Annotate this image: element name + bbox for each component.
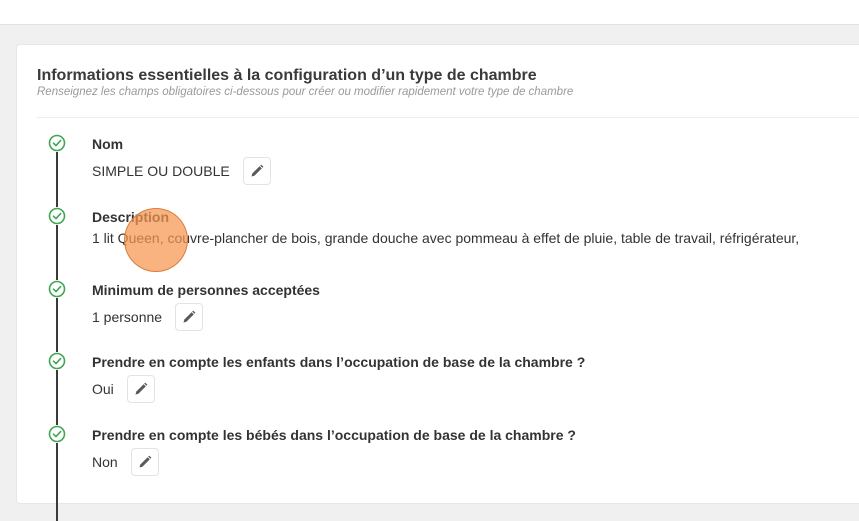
check-circle-icon [48,134,66,152]
check-circle-icon [48,207,66,225]
step-label: Minimum de personnes acceptées [92,282,320,298]
check-circle-icon [48,352,66,370]
section-title: Informations essentielles à la configura… [37,67,537,84]
pencil-icon [183,310,196,323]
divider [37,117,859,118]
pencil-icon [251,164,264,177]
edit-button[interactable] [242,157,271,185]
check-circle-icon [48,280,66,298]
check-circle-icon [48,425,66,443]
step-value: Oui [92,381,114,397]
pencil-icon [135,382,148,395]
section-header: Informations essentielles à la configura… [37,67,859,99]
room-type-config-card: Informations essentielles à la configura… [16,44,859,521]
step-children-occupancy: Prendre en compte les enfants dans l’occ… [17,352,859,412]
pencil-icon [139,455,152,468]
step-min-persons: Minimum de personnes acceptées 1 personn… [17,280,859,340]
click-indicator [124,208,188,272]
step-babies-occupancy: Prendre en compte les bébés dans l’occup… [17,425,859,485]
step-label: Prendre en compte les enfants dans l’occ… [92,354,586,370]
step-label: Nom [92,136,124,152]
step-label: Prendre en compte les bébés dans l’occup… [92,427,576,443]
edit-button[interactable] [126,375,155,403]
step-value: SIMPLE OU DOUBLE [92,163,230,179]
edit-button[interactable] [130,448,159,476]
edit-button[interactable] [175,303,204,331]
step-value: Non [92,454,118,470]
step-value: 1 personne [92,309,163,325]
top-bar [0,0,859,25]
step-name: Nom SIMPLE OU DOUBLE [17,134,859,194]
step-value[interactable]: 1 lit Queen, couvre-plancher de bois, gr… [92,230,799,246]
section-subtitle: Renseignez les champs obligatoires ci-de… [37,86,574,98]
